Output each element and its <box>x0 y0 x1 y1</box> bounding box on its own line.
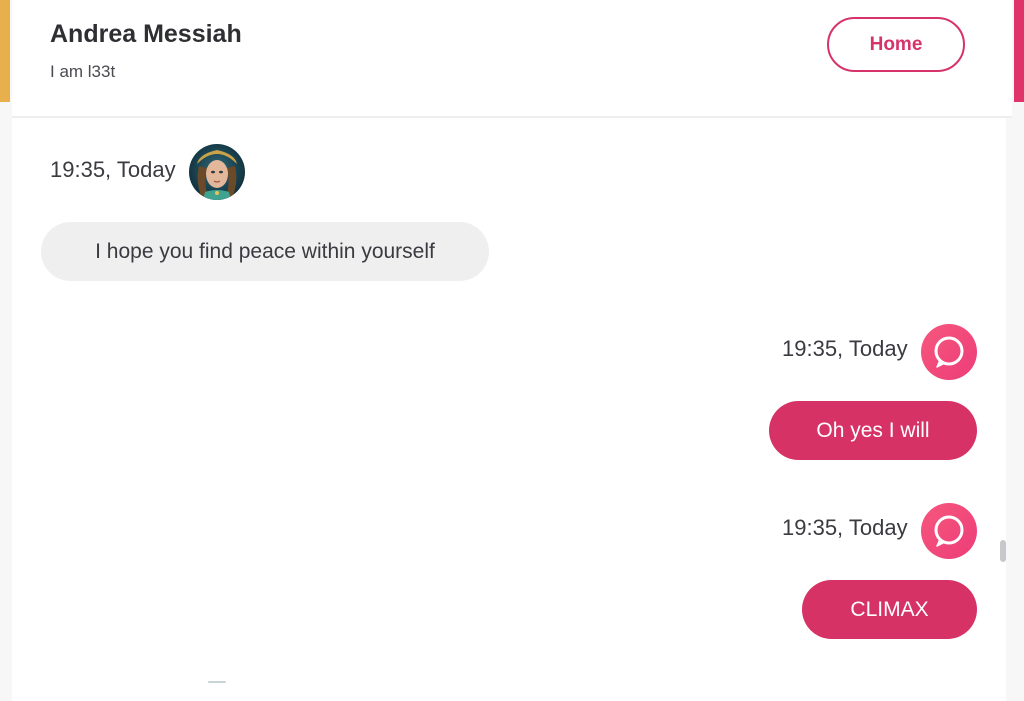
outgoing-message-bubble: CLIMAX <box>802 580 977 639</box>
chat-bubble-glyph <box>934 515 964 547</box>
chat-bubble-glyph <box>934 336 964 368</box>
chat-bubble-icon <box>921 503 977 559</box>
contact-status: I am l33t <box>50 62 116 81</box>
incoming-message-bubble: I hope you find peace within yourself <box>41 222 489 281</box>
message-timestamp: 19:35, Today <box>50 157 176 182</box>
avatar-image <box>189 144 245 200</box>
outgoing-message-bubble: Oh yes I will <box>769 401 977 460</box>
scrollbar-track[interactable] <box>1006 118 1024 701</box>
chat-header: Andrea Messiah I am l33t Home <box>12 0 1012 118</box>
home-button[interactable]: Home <box>827 17 965 72</box>
chat-bubble-icon <box>921 324 977 380</box>
scrollbar-thumb[interactable] <box>1000 540 1006 562</box>
avatar[interactable] <box>189 144 245 200</box>
right-edge-accent <box>1014 0 1024 102</box>
partial-next-avatar <box>208 681 226 683</box>
message-timestamp: 19:35, Today <box>782 515 908 540</box>
left-edge-accent <box>0 0 10 102</box>
message-timestamp: 19:35, Today <box>782 336 908 361</box>
contact-name: Andrea Messiah <box>50 20 242 48</box>
chat-window: Andrea Messiah I am l33t Home 19:35, Tod… <box>0 0 1024 701</box>
message-list[interactable]: 19:35, Today I hope you find peace withi… <box>12 118 1006 701</box>
